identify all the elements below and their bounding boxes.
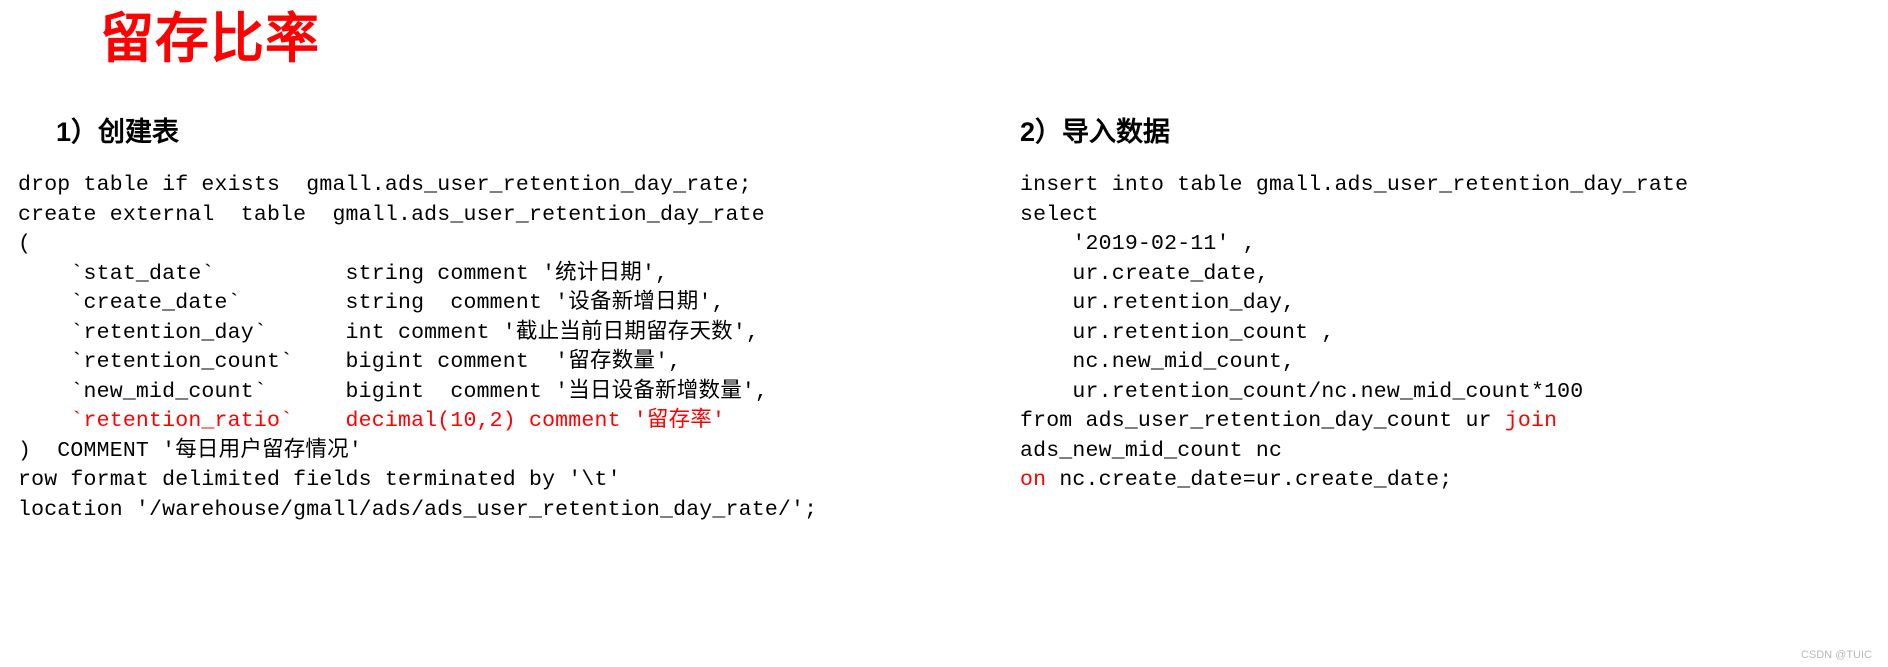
code-line: nc.new_mid_count, [1020,350,1296,374]
code-line: `create_date` string comment '设备新增日期', [18,291,725,315]
code-line: `retention_day` int comment '截止当前日期留存天数'… [18,320,760,345]
code-line: from ads_user_retention_day_count ur joi… [1020,407,1880,437]
code-line: `retention_count` bigint comment '留存数量', [18,350,682,374]
create-table-code-block: drop table if exists gmall.ads_user_rete… [18,171,1018,525]
code-token: nc.create_date=ur.create_date; [1059,468,1453,492]
code-line: ads_new_mid_count nc [1020,438,1283,463]
code-line: insert into table gmall.ads_user_retenti… [1020,173,1689,197]
code-line: ( [18,232,32,256]
code-line: ur.create_date, [1020,261,1269,286]
left-column: 1）创建表 drop table if exists gmall.ads_use… [18,110,1018,525]
page-title: 留存比率 [100,9,320,69]
code-line: `retention_ratio` decimal(10,2) comment … [18,409,726,433]
code-token: join [1504,409,1558,433]
code-token: on [1020,468,1060,492]
right-column: 2）导入数据 insert into table gmall.ads_user_… [1020,110,1880,496]
code-line: `new_mid_count` bigint comment '当日设备新增数量… [18,379,769,404]
code-line: create external table gmall.ads_user_ret… [18,202,765,227]
code-line: `stat_date` string comment '统计日期', [18,261,669,286]
code-token: from ads_user_retention_day_count ur [1020,409,1505,433]
code-line: ) COMMENT '每日用户留存情况' [18,438,362,463]
code-line: drop table if exists gmall.ads_user_rete… [18,173,752,197]
code-line: location '/warehouse/gmall/ads/ads_user_… [18,497,818,522]
watermark: CSDN @TUIC [1800,649,1872,661]
left-section-heading: 1）创建表 [56,117,180,147]
code-line: ur.retention_count , [1020,320,1335,345]
code-line: ur.retention_count/nc.new_mid_count*100 [1020,379,1584,404]
insert-data-code-block: insert into table gmall.ads_user_retenti… [1020,171,1880,496]
code-line: ur.retention_day, [1020,291,1296,315]
right-section-heading: 2）导入数据 [1020,117,1171,147]
code-line: row format delimited fields terminated b… [18,468,621,492]
slide-page: 留存比率 1）创建表 drop table if exists gmall.ad… [0,0,1888,667]
code-line: '2019-02-11' , [1020,232,1256,256]
code-line: select [1020,202,1099,227]
code-line: on nc.create_date=ur.create_date; [1020,466,1880,496]
